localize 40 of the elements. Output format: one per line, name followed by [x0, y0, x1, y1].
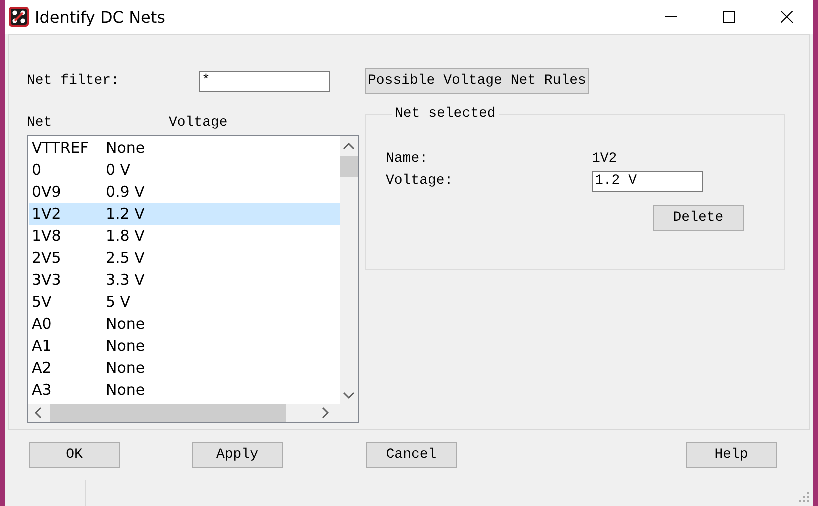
app-logo-icon	[9, 7, 29, 27]
name-label: Name:	[386, 151, 430, 167]
column-header: Net	[27, 115, 54, 133]
voltage-field[interactable]: 1.2 V	[592, 170, 703, 192]
scroll-down-icon[interactable]	[343, 392, 355, 400]
dialog-button[interactable]: OK	[29, 442, 120, 468]
close-icon	[781, 11, 793, 23]
net-list-item[interactable]: 0 0 V	[29, 159, 340, 181]
maximize-icon	[723, 11, 735, 23]
net-list-item[interactable]: A1 None	[29, 335, 340, 357]
net-list-item[interactable]: 2V5 2.5 V	[29, 247, 340, 269]
window-title: Identify DC Nets	[35, 8, 166, 26]
column-header: Voltage	[169, 115, 228, 133]
net-list-item[interactable]: A2 None	[29, 357, 340, 379]
scroll-left-icon[interactable]	[34, 407, 42, 419]
scroll-right-icon[interactable]	[322, 407, 330, 419]
net-list[interactable]: VTTREF None 0 0 V 0V9 0.9 V 1V2 1.2 V 1V8 1.8 V 2V5 2.5 V 3V3 3.3 V 5V 5 V A0 None A1 None A2 None A3 None	[27, 135, 359, 423]
net-list-item[interactable]: 0V9 0.9 V	[29, 181, 340, 203]
net-list-item[interactable]: A0 None	[29, 313, 340, 335]
voltage-label: Voltage:	[386, 173, 454, 189]
dialog-button[interactable]: Apply	[192, 442, 283, 468]
net-list-item[interactable]: 1V2 1.2 V	[29, 203, 340, 225]
voltage-rules-button[interactable]: Possible Voltage Net Rules	[365, 68, 590, 94]
filter-label: Net filter:	[27, 73, 120, 89]
net-list-item[interactable]: 3V3 3.3 V	[29, 269, 340, 291]
net-list-item[interactable]: 1V8 1.8 V	[29, 225, 340, 247]
resize-grip-icon[interactable]	[799, 492, 809, 502]
net-list-item[interactable]: A3 None	[29, 379, 340, 401]
minimize-icon	[665, 16, 677, 18]
scroll-up-icon[interactable]	[343, 142, 355, 150]
group-title: Net selected	[394, 106, 497, 122]
dialog-button[interactable]: Help	[686, 442, 777, 468]
dialog-button[interactable]: Cancel	[366, 442, 457, 468]
net-list-item[interactable]: 5V 5 V	[29, 291, 340, 313]
net-list-item[interactable]: VTTREF None	[29, 137, 340, 159]
name-value: 1V2	[592, 151, 618, 167]
scroll-thumb[interactable]	[340, 156, 358, 177]
delete-button[interactable]: Delete	[653, 205, 744, 231]
scroll-thumb[interactable]	[50, 404, 286, 422]
filter-field[interactable]: *	[199, 70, 330, 92]
